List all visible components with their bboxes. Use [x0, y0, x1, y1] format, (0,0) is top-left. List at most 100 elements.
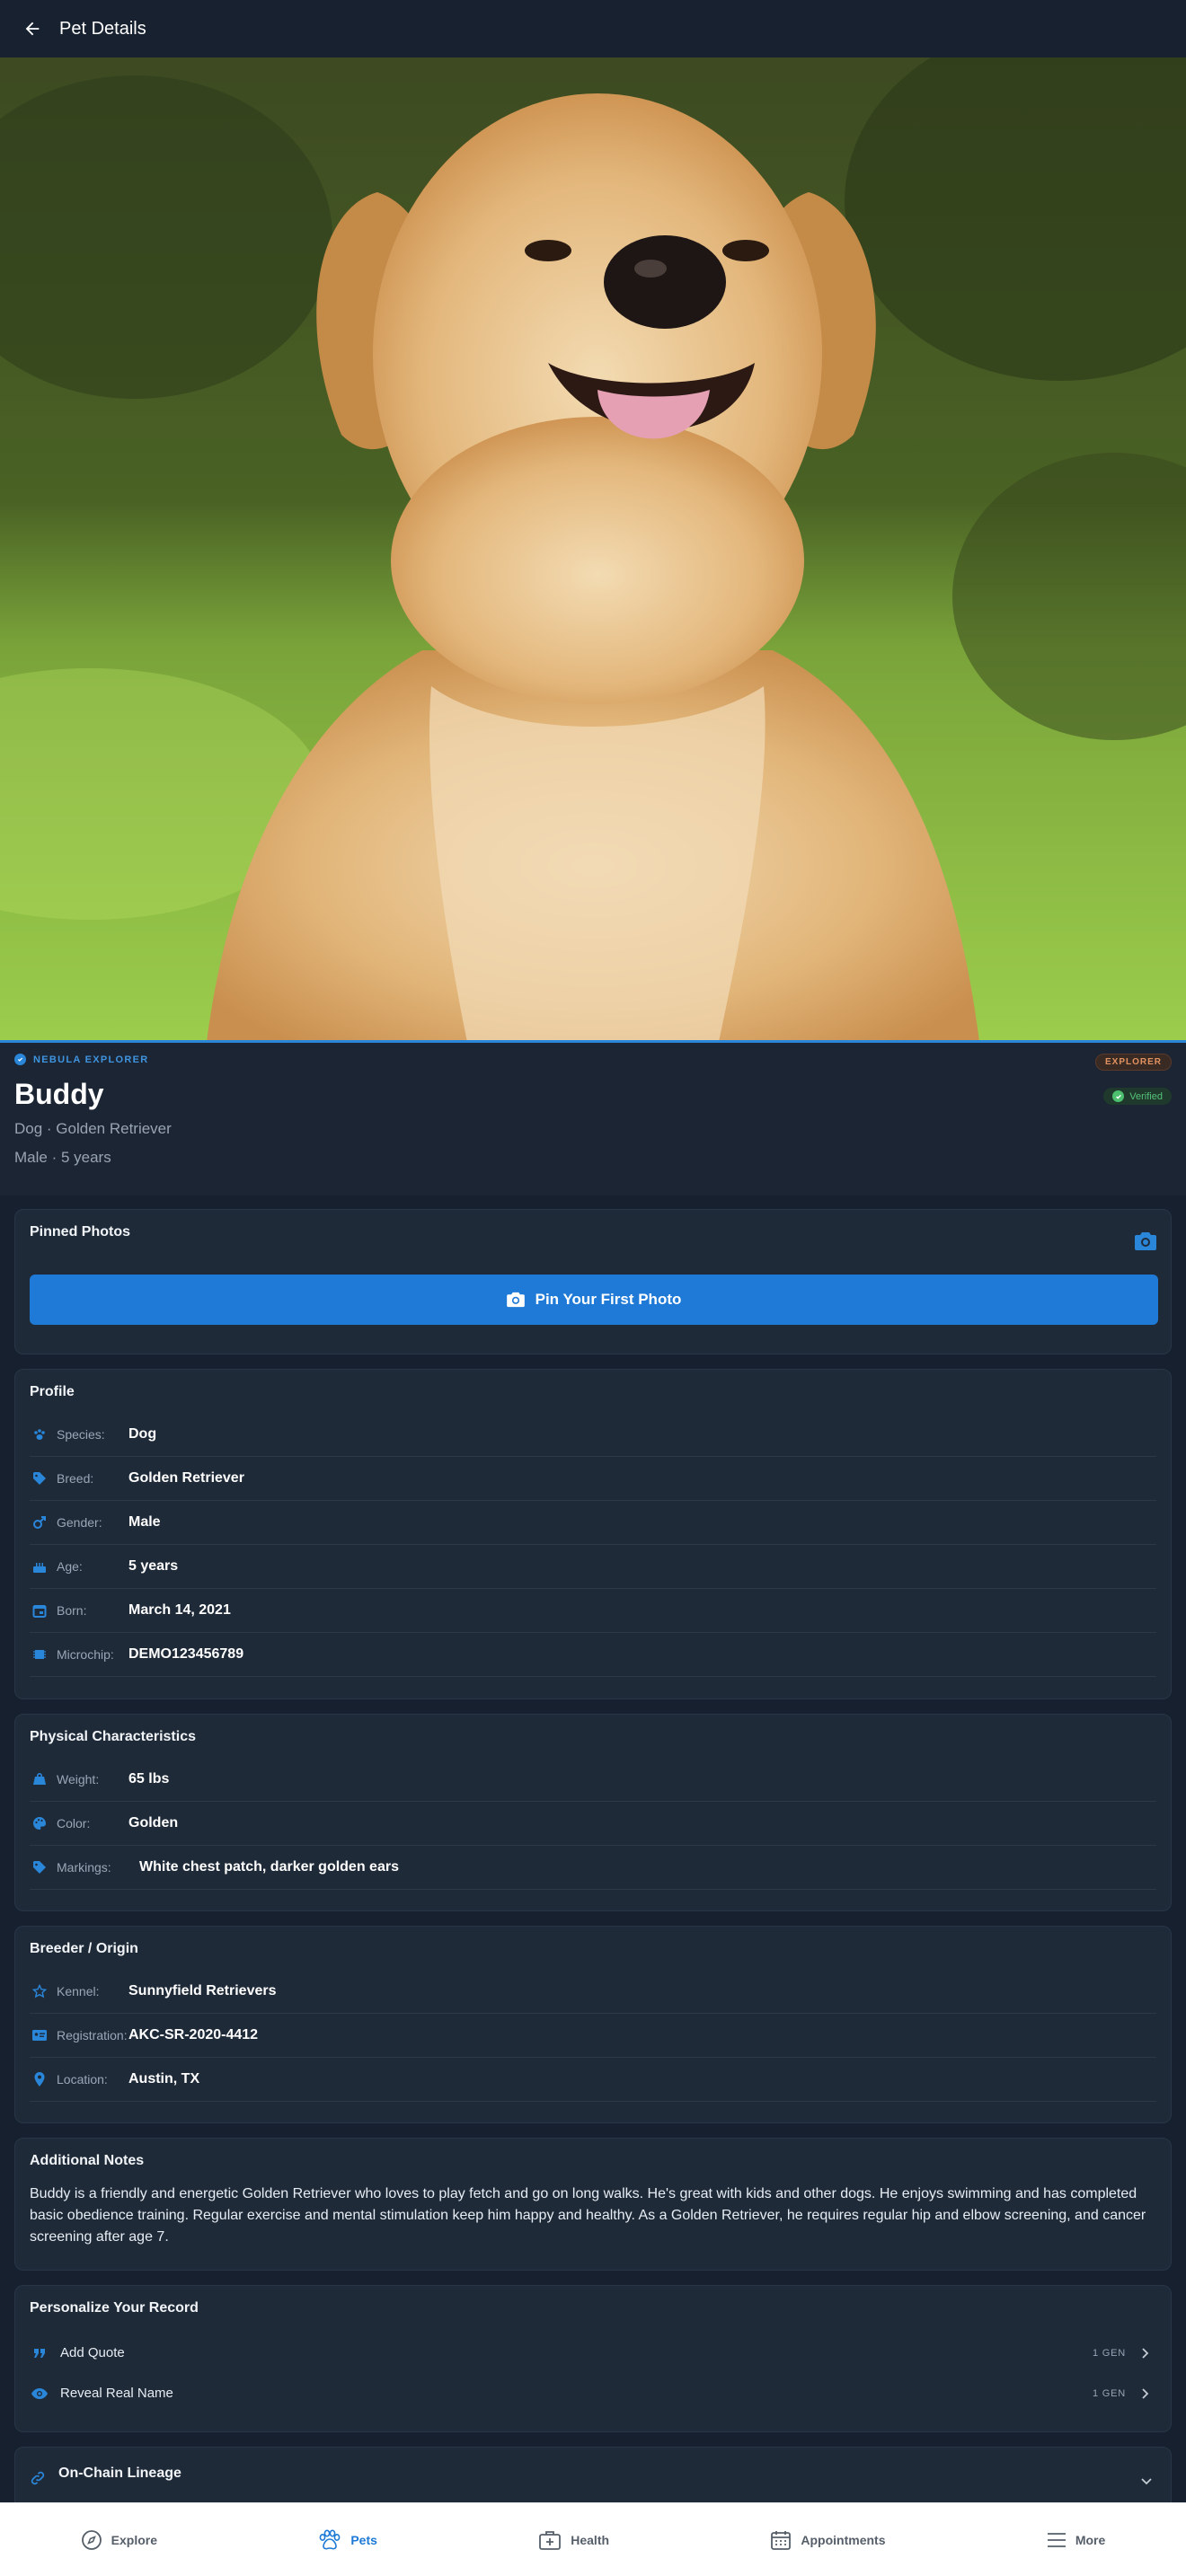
- paw-icon: [31, 1426, 48, 1442]
- row-label: Markings:: [57, 1860, 111, 1875]
- row-value: 65 lbs: [128, 1771, 170, 1786]
- tier-badge: EXPLORER: [1094, 1054, 1172, 1071]
- personalize-card: Personalize Your Record Add Quote 1 GEN …: [14, 2285, 1172, 2432]
- card-title: On-Chain Lineage: [58, 2466, 181, 2481]
- breeder-rows: Kennel: Sunnyfield Retrievers Registrati…: [30, 1970, 1156, 2102]
- check-circle-icon: [1112, 1090, 1125, 1102]
- pinned-photos-card: Pinned Photos Pin Your First Photo: [14, 1209, 1172, 1354]
- row-value: Austin, TX: [128, 2071, 200, 2086]
- nav-explore[interactable]: Explore: [81, 2529, 157, 2551]
- row-value: Golden: [128, 1815, 179, 1831]
- nav-pets[interactable]: Pets: [318, 2528, 377, 2551]
- chevron-right-icon: [1142, 2387, 1149, 2399]
- nav-label: Health: [571, 2532, 610, 2547]
- row-label: Weight:: [57, 1772, 100, 1786]
- item-label: Add Quote: [60, 2345, 125, 2360]
- card-title: Pinned Photos: [30, 1224, 130, 1239]
- row-value: Sunnyfield Retrievers: [128, 1983, 277, 1998]
- palette-icon: [31, 1815, 48, 1831]
- profile-row-born: Born: March 14, 2021: [30, 1589, 1156, 1633]
- back-button[interactable]: [14, 11, 50, 47]
- verified-label: Verified: [1129, 1090, 1163, 1102]
- pet-hero-photo: [0, 57, 1186, 1042]
- breeder-row-location: Location: Austin, TX: [30, 2058, 1156, 2102]
- add-quote-item[interactable]: Add Quote 1 GEN: [30, 2333, 1156, 2373]
- item-label: Reveal Real Name: [60, 2386, 173, 2401]
- star-outline-icon: [31, 1983, 48, 1999]
- row-value: March 14, 2021: [128, 1602, 231, 1618]
- profile-row-age: Age: 5 years: [30, 1545, 1156, 1589]
- row-label: Breed:: [57, 1471, 94, 1486]
- tier-label: NEBULA EXPLORER: [33, 1054, 149, 1065]
- row-value: Golden Retriever: [128, 1470, 244, 1486]
- row-label: Registration:: [57, 2028, 128, 2042]
- row-value: AKC-SR-2020-4412: [128, 2027, 259, 2042]
- profile-rows: Species: Dog Breed: Golden Retriever Gen…: [30, 1413, 1156, 1677]
- physical-card: Physical Characteristics Weight: 65 lbs …: [14, 1714, 1172, 1911]
- menu-icon: [1047, 2532, 1066, 2547]
- link-icon: [30, 2470, 46, 2491]
- row-value: DEMO123456789: [128, 1646, 244, 1662]
- pin-button-label: Pin Your First Photo: [535, 1291, 682, 1308]
- physical-row-markings: Markings: White chest patch, darker gold…: [30, 1846, 1156, 1890]
- breeder-row-registration: Registration: AKC-SR-2020-4412: [30, 2014, 1156, 2058]
- item-cost: 1 GEN: [1092, 2387, 1126, 2399]
- nav-appointments[interactable]: Appointments: [770, 2529, 885, 2551]
- row-label: Gender:: [57, 1515, 102, 1530]
- nav-label: Appointments: [801, 2532, 886, 2547]
- profile-row-species: Species: Dog: [30, 1413, 1156, 1457]
- nav-health[interactable]: Health: [538, 2529, 609, 2551]
- breeder-row-kennel: Kennel: Sunnyfield Retrievers: [30, 1970, 1156, 2014]
- item-cost: 1 GEN: [1092, 2347, 1126, 2359]
- card-title: Breeder / Origin: [30, 1941, 138, 1956]
- male-icon: [31, 1514, 48, 1531]
- eye-icon: [31, 2386, 48, 2402]
- app-bar: Pet Details: [0, 0, 1186, 57]
- nav-label: Pets: [350, 2532, 377, 2547]
- notes-text: Buddy is a friendly and energetic Golden…: [30, 2186, 1146, 2245]
- tier-icon: [14, 1054, 26, 1065]
- reveal-name-item[interactable]: Reveal Real Name 1 GEN: [30, 2373, 1156, 2413]
- arrow-left-icon: [25, 22, 40, 36]
- page-title: Pet Details: [59, 18, 146, 39]
- calendar-icon: [771, 2530, 792, 2550]
- card-title: Profile: [30, 1384, 75, 1399]
- calendar-icon: [31, 1602, 48, 1619]
- add-photo-button[interactable]: [1135, 1231, 1156, 1256]
- pin-first-photo-button[interactable]: Pin Your First Photo: [30, 1275, 1158, 1325]
- quote-icon: [31, 2345, 48, 2361]
- row-label: Location:: [57, 2072, 108, 2086]
- compass-icon: [81, 2529, 102, 2550]
- physical-rows: Weight: 65 lbs Color: Golden Markings: W…: [30, 1758, 1156, 1890]
- profile-card: Profile Species: Dog Breed: Golden Retri…: [14, 1369, 1172, 1699]
- camera-icon: [1135, 1232, 1156, 1250]
- row-value: Dog: [128, 1426, 157, 1442]
- notes-card: Additional Notes Buddy is a friendly and…: [14, 2138, 1172, 2271]
- pet-gender-age: Male · 5 years: [14, 1149, 111, 1166]
- lineage-header: On-Chain Lineage: [30, 2462, 1156, 2485]
- row-value: Male: [128, 1514, 161, 1530]
- personalize-list: Add Quote 1 GEN Reveal Real Name 1 GEN: [30, 2333, 1156, 2413]
- medical-case-icon: [539, 2530, 562, 2550]
- pet-name: Buddy: [14, 1078, 104, 1110]
- row-value: 5 years: [128, 1558, 179, 1574]
- row-label: Born:: [57, 1603, 87, 1618]
- tag-icon: [31, 1859, 48, 1875]
- cake-icon: [31, 1558, 48, 1575]
- card-title: Physical Characteristics: [30, 1729, 196, 1744]
- card-title: Additional Notes: [30, 2153, 145, 2168]
- nav-more[interactable]: More: [1047, 2532, 1105, 2548]
- chevron-right-icon: [1142, 2347, 1149, 2359]
- tier-row: NEBULA EXPLORER: [14, 1054, 1172, 1065]
- row-value: White chest patch, darker golden ears: [139, 1859, 399, 1875]
- chevron-down-icon: [1141, 2478, 1152, 2485]
- physical-row-color: Color: Golden: [30, 1802, 1156, 1846]
- paw-icon: [319, 2528, 341, 2549]
- row-label: Age:: [57, 1559, 83, 1574]
- chip-icon: [31, 1646, 48, 1663]
- breeder-card: Breeder / Origin Kennel: Sunnyfield Retr…: [14, 1926, 1172, 2123]
- row-label: Species:: [57, 1427, 105, 1442]
- card-title: Personalize Your Record: [30, 2300, 199, 2316]
- row-label: Color:: [57, 1816, 91, 1831]
- pet-species-breed: Dog · Golden Retriever: [14, 1120, 172, 1137]
